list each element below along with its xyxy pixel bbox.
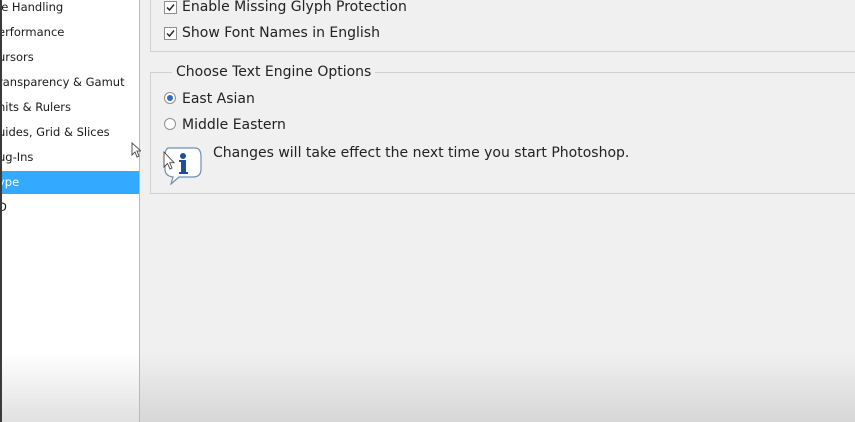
text-engine-legend: Choose Text Engine Options <box>172 63 376 81</box>
nav-item-plug-ins[interactable]: ug-Ins <box>0 146 139 169</box>
nav-item-label: ursors <box>0 50 34 64</box>
nav-item-3d[interactable]: D <box>0 196 139 219</box>
main-bottom-shadow <box>140 352 855 422</box>
preferences-window: le Handling erformance ursors ransparenc… <box>0 0 855 422</box>
nav-item-label: nits & Rulers <box>0 100 72 114</box>
font-names-english-label: Show Font Names in English <box>182 25 380 41</box>
east-asian-label: East Asian <box>182 91 255 107</box>
nav-item-label: ype <box>0 175 20 189</box>
radio-selected-icon[interactable] <box>164 92 176 104</box>
nav-item-guides-grid-slices[interactable]: uides, Grid & Slices <box>0 121 139 144</box>
middle-eastern-label: Middle Eastern <box>182 117 286 133</box>
nav-item-label: le Handling <box>0 0 64 14</box>
missing-glyph-label: Enable Missing Glyph Protection <box>182 0 407 15</box>
nav-bottom-shadow <box>0 352 139 422</box>
checkbox-checked-icon[interactable] <box>164 27 177 40</box>
radio-unselected-icon[interactable] <box>164 118 176 130</box>
nav-item-units-rulers[interactable]: nits & Rulers <box>0 96 139 119</box>
nav-item-label: ransparency & Gamut <box>0 75 125 89</box>
checkbox-checked-icon[interactable] <box>164 1 177 14</box>
preferences-nav-list: le Handling erformance ursors ransparenc… <box>0 0 140 422</box>
mouse-cursor-icon <box>131 142 141 158</box>
info-icon <box>163 147 202 185</box>
nav-item-label: erformance <box>0 25 65 39</box>
window-left-edge <box>0 0 2 422</box>
nav-item-type[interactable]: ype <box>0 171 139 194</box>
nav-item-transparency-gamut[interactable]: ransparency & Gamut <box>0 71 139 94</box>
nav-item-label: ug-Ins <box>0 150 34 164</box>
nav-item-file-handling[interactable]: le Handling <box>0 0 139 19</box>
restart-info-message: Changes will take effect the next time y… <box>213 145 630 161</box>
nav-item-label: uides, Grid & Slices <box>0 125 110 139</box>
nav-item-cursors[interactable]: ursors <box>0 46 139 69</box>
nav-item-performance[interactable]: erformance <box>0 21 139 44</box>
